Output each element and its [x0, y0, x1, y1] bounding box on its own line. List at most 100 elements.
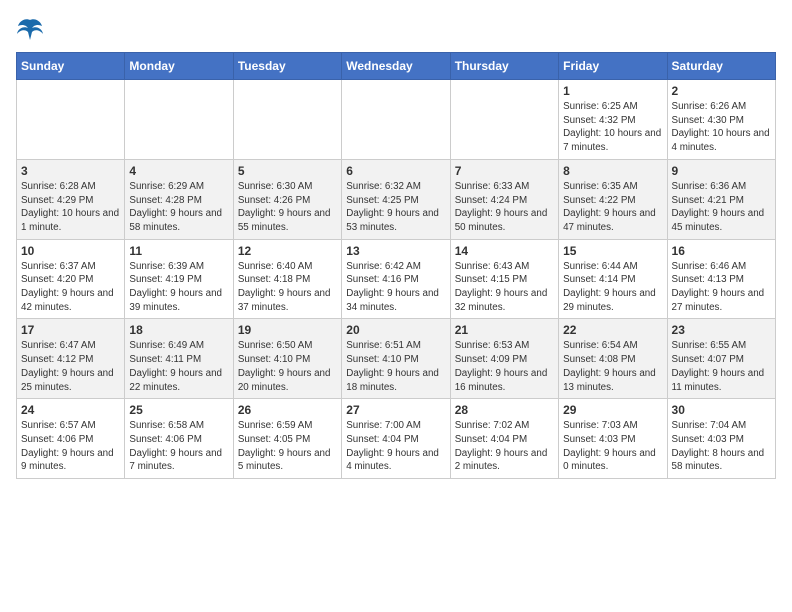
calendar-cell: 3 Sunrise: 6:28 AMSunset: 4:29 PMDaylight…: [17, 159, 125, 239]
calendar-cell: 22Sunrise: 6:54 AMSunset: 4:08 PMDayligh…: [559, 319, 667, 399]
day-info: Sunrise: 6:40 AMSunset: 4:18 PMDaylight:…: [238, 260, 337, 315]
day-info: Sunrise: 6:58 AMSunset: 4:06 PMDaylight:…: [129, 419, 228, 474]
day-info: Sunrise: 6:30 AMSunset: 4:26 PMDaylight:…: [238, 180, 337, 235]
day-info: Sunrise: 6:32 AMSunset: 4:25 PMDaylight:…: [346, 180, 445, 235]
day-info: Sunrise: 6:28 AMSunset: 4:29 PMDaylight:…: [21, 180, 120, 235]
calendar-cell: [233, 80, 341, 160]
calendar-cell: 10 Sunrise: 6:37 AMSunset: 4:20 PMDayligh…: [17, 239, 125, 319]
calendar-cell: 25 Sunrise: 6:58 AMSunset: 4:06 PMDayligh…: [125, 399, 233, 479]
calendar-cell: 19 Sunrise: 6:50 AMSunset: 4:10 PMDayligh…: [233, 319, 341, 399]
calendar-cell: 20 Sunrise: 6:51 AMSunset: 4:10 PMDayligh…: [342, 319, 450, 399]
day-info: Sunrise: 6:49 AMSunset: 4:11 PMDaylight:…: [129, 339, 228, 394]
day-info: Sunrise: 6:51 AMSunset: 4:10 PMDaylight:…: [346, 339, 445, 394]
calendar-cell: 14 Sunrise: 6:43 AMSunset: 4:15 PMDayligh…: [450, 239, 558, 319]
day-number: 8: [563, 164, 662, 178]
calendar-cell: 8 Sunrise: 6:35 AMSunset: 4:22 PMDaylight…: [559, 159, 667, 239]
day-number: 26: [238, 403, 337, 417]
day-info: Sunrise: 7:00 AMSunset: 4:04 PMDaylight:…: [346, 419, 445, 474]
calendar-cell: 17 Sunrise: 6:47 AMSunset: 4:12 PMDayligh…: [17, 319, 125, 399]
day-info: Sunrise: 6:44 AMSunset: 4:14 PMDaylight:…: [563, 260, 662, 315]
day-info: Sunrise: 6:43 AMSunset: 4:15 PMDaylight:…: [455, 260, 554, 315]
day-info: Sunrise: 6:55 AMSunset: 4:07 PMDaylight:…: [672, 339, 771, 394]
day-number: 19: [238, 323, 337, 337]
calendar-cell: [17, 80, 125, 160]
column-header-monday: Monday: [125, 53, 233, 80]
day-number: 25: [129, 403, 228, 417]
logo: [16, 16, 48, 44]
calendar-cell: 26 Sunrise: 6:59 AMSunset: 4:05 PMDayligh…: [233, 399, 341, 479]
calendar-cell: 2 Sunrise: 6:26 AMSunset: 4:30 PMDaylight…: [667, 80, 775, 160]
day-info: Sunrise: 6:50 AMSunset: 4:10 PMDaylight:…: [238, 339, 337, 394]
calendar-cell: 16 Sunrise: 6:46 AMSunset: 4:13 PMDayligh…: [667, 239, 775, 319]
calendar-cell: 21 Sunrise: 6:53 AMSunset: 4:09 PMDayligh…: [450, 319, 558, 399]
day-number: 13: [346, 244, 445, 258]
calendar-cell: 18 Sunrise: 6:49 AMSunset: 4:11 PMDayligh…: [125, 319, 233, 399]
column-header-wednesday: Wednesday: [342, 53, 450, 80]
day-info: Sunrise: 6:46 AMSunset: 4:13 PMDaylight:…: [672, 260, 771, 315]
day-number: 10: [21, 244, 120, 258]
day-info: Sunrise: 6:26 AMSunset: 4:30 PMDaylight:…: [672, 100, 771, 155]
day-number: 6: [346, 164, 445, 178]
calendar-cell: [342, 80, 450, 160]
day-number: 2: [672, 84, 771, 98]
day-number: 23: [672, 323, 771, 337]
day-number: 15: [563, 244, 662, 258]
day-info: Sunrise: 6:25 AMSunset: 4:32 PMDaylight:…: [563, 100, 662, 155]
day-number: 20: [346, 323, 445, 337]
day-number: 22: [563, 323, 662, 337]
day-info: Sunrise: 6:35 AMSunset: 4:22 PMDaylight:…: [563, 180, 662, 235]
logo-icon: [16, 16, 44, 44]
calendar-cell: 23 Sunrise: 6:55 AMSunset: 4:07 PMDayligh…: [667, 319, 775, 399]
column-header-friday: Friday: [559, 53, 667, 80]
day-number: 1: [563, 84, 662, 98]
column-header-thursday: Thursday: [450, 53, 558, 80]
day-info: Sunrise: 6:59 AMSunset: 4:05 PMDaylight:…: [238, 419, 337, 474]
calendar-cell: 5 Sunrise: 6:30 AMSunset: 4:26 PMDaylight…: [233, 159, 341, 239]
day-info: Sunrise: 7:04 AMSunset: 4:03 PMDaylight:…: [672, 419, 771, 474]
day-info: Sunrise: 6:53 AMSunset: 4:09 PMDaylight:…: [455, 339, 554, 394]
day-number: 12: [238, 244, 337, 258]
calendar-cell: 12 Sunrise: 6:40 AMSunset: 4:18 PMDayligh…: [233, 239, 341, 319]
calendar-cell: 29Sunrise: 7:03 AMSunset: 4:03 PMDayligh…: [559, 399, 667, 479]
day-number: 9: [672, 164, 771, 178]
day-info: Sunrise: 6:39 AMSunset: 4:19 PMDaylight:…: [129, 260, 228, 315]
day-info: Sunrise: 7:03 AMSunset: 4:03 PMDaylight:…: [563, 419, 662, 474]
calendar-cell: 7Sunrise: 6:33 AMSunset: 4:24 PMDaylight…: [450, 159, 558, 239]
day-info: Sunrise: 6:29 AMSunset: 4:28 PMDaylight:…: [129, 180, 228, 235]
calendar-cell: 27 Sunrise: 7:00 AMSunset: 4:04 PMDayligh…: [342, 399, 450, 479]
day-info: Sunrise: 6:57 AMSunset: 4:06 PMDaylight:…: [21, 419, 120, 474]
calendar-cell: 4 Sunrise: 6:29 AMSunset: 4:28 PMDaylight…: [125, 159, 233, 239]
day-number: 4: [129, 164, 228, 178]
day-number: 17: [21, 323, 120, 337]
day-number: 16: [672, 244, 771, 258]
day-number: 27: [346, 403, 445, 417]
day-number: 14: [455, 244, 554, 258]
day-info: Sunrise: 7:02 AMSunset: 4:04 PMDaylight:…: [455, 419, 554, 474]
column-header-tuesday: Tuesday: [233, 53, 341, 80]
day-number: 28: [455, 403, 554, 417]
calendar-cell: 24 Sunrise: 6:57 AMSunset: 4:06 PMDayligh…: [17, 399, 125, 479]
day-number: 11: [129, 244, 228, 258]
day-info: Sunrise: 6:42 AMSunset: 4:16 PMDaylight:…: [346, 260, 445, 315]
day-number: 3: [21, 164, 120, 178]
day-info: Sunrise: 6:36 AMSunset: 4:21 PMDaylight:…: [672, 180, 771, 235]
column-header-saturday: Saturday: [667, 53, 775, 80]
day-number: 21: [455, 323, 554, 337]
calendar-cell: 6 Sunrise: 6:32 AMSunset: 4:25 PMDaylight…: [342, 159, 450, 239]
day-number: 24: [21, 403, 120, 417]
calendar-cell: 15 Sunrise: 6:44 AMSunset: 4:14 PMDayligh…: [559, 239, 667, 319]
calendar-cell: 11 Sunrise: 6:39 AMSunset: 4:19 PMDayligh…: [125, 239, 233, 319]
day-number: 30: [672, 403, 771, 417]
day-info: Sunrise: 6:37 AMSunset: 4:20 PMDaylight:…: [21, 260, 120, 315]
day-number: 5: [238, 164, 337, 178]
day-info: Sunrise: 6:47 AMSunset: 4:12 PMDaylight:…: [21, 339, 120, 394]
calendar-cell: [125, 80, 233, 160]
calendar-cell: 13 Sunrise: 6:42 AMSunset: 4:16 PMDayligh…: [342, 239, 450, 319]
calendar: SundayMondayTuesdayWednesdayThursdayFrid…: [16, 52, 776, 479]
calendar-cell: 9 Sunrise: 6:36 AMSunset: 4:21 PMDaylight…: [667, 159, 775, 239]
day-number: 18: [129, 323, 228, 337]
calendar-cell: 1 Sunrise: 6:25 AMSunset: 4:32 PMDaylight…: [559, 80, 667, 160]
calendar-cell: 30 Sunrise: 7:04 AMSunset: 4:03 PMDayligh…: [667, 399, 775, 479]
day-number: 7: [455, 164, 554, 178]
calendar-cell: 28 Sunrise: 7:02 AMSunset: 4:04 PMDayligh…: [450, 399, 558, 479]
